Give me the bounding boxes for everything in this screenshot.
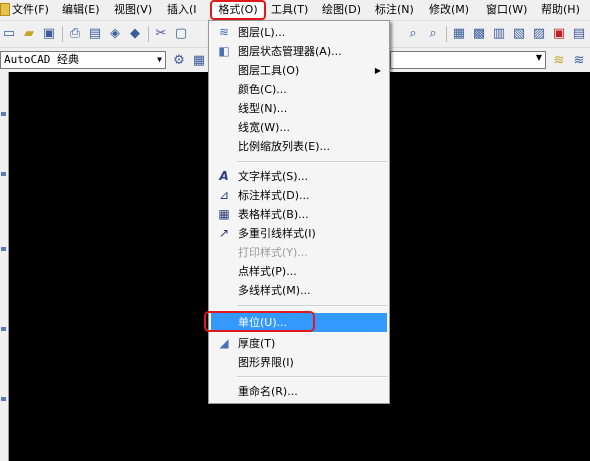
menu-item-label: 标注样式(D)... (238, 189, 310, 202)
tool-palettes-icon[interactable]: ▥ (490, 25, 508, 43)
layer-state-icon: ◧ (218, 44, 230, 58)
menu-item-label: 颜色(C)... (238, 83, 287, 96)
chevron-down-icon: ▼ (535, 53, 542, 62)
menu-item-rename[interactable]: 重命名(R)... (211, 382, 387, 401)
calculator-icon[interactable]: ▤ (570, 25, 588, 43)
layer-states-icon[interactable]: ≋ (570, 52, 588, 70)
menu-item-label: 重命名(R)... (238, 385, 298, 398)
menu-file[interactable]: 文件(F) (12, 2, 49, 18)
menu-item-label: 文字样式(S)... (238, 170, 309, 183)
workspace-select[interactable]: AutoCAD 经典 ▼ (0, 51, 166, 69)
menu-item-multiline-style[interactable]: 多线样式(M)... (211, 281, 387, 300)
format-menu-dropdown: ≋ 图层(L)... ◧ 图层状态管理器(A)... 图层工具(O) ▶ 颜色(… (208, 20, 390, 404)
menu-item-table-style[interactable]: ▦ 表格样式(B)... (211, 205, 387, 224)
menu-item-drawing-limits[interactable]: 图形界限(I) (211, 353, 387, 372)
copy-icon[interactable]: ▢ (172, 25, 190, 43)
menu-item-label: 比例缩放列表(E)... (238, 140, 331, 153)
publish-icon[interactable]: ◈ (106, 25, 124, 43)
menu-item-layer-tools[interactable]: 图层工具(O) ▶ (211, 61, 387, 80)
menu-item-label: 图形界限(I) (238, 356, 294, 369)
design-center-icon[interactable]: ▩ (470, 25, 488, 43)
dim-style-icon: ⊿ (218, 188, 230, 202)
menu-item-label: 点样式(P)... (238, 265, 297, 278)
mleader-style-icon: ↗ (218, 226, 230, 240)
menu-view[interactable]: 视图(V) (114, 2, 152, 18)
table-style-icon: ▦ (218, 207, 230, 221)
layers-icon: ≋ (218, 25, 230, 39)
layer-previous-icon[interactable]: ≋ (550, 52, 568, 70)
save-icon[interactable]: ▣ (40, 25, 58, 43)
menu-draw[interactable]: 绘图(D) (322, 2, 361, 18)
zoom-window-icon[interactable]: ⌕ (424, 25, 442, 43)
menu-tools[interactable]: 工具(T) (271, 2, 308, 18)
menu-insert[interactable]: 插入(I (167, 2, 197, 18)
menu-item-point-style[interactable]: 点样式(P)... (211, 262, 387, 281)
workspace-settings-icon[interactable]: ⚙ (170, 52, 188, 70)
toolbar-separator (148, 26, 149, 42)
menu-item-mleader-style[interactable]: ↗ 多重引线样式(I) (211, 224, 387, 243)
text-style-icon: A (219, 169, 229, 183)
open-icon[interactable]: ▰ (20, 25, 38, 43)
zoom-realtime-icon[interactable]: ⌕ (404, 25, 422, 43)
menu-item-label: 表格样式(B)... (238, 208, 309, 221)
menu-help[interactable]: 帮助(H) (541, 2, 580, 18)
tool-marker[interactable] (1, 247, 6, 251)
menu-item-dim-style[interactable]: ⊿ 标注样式(D)... (211, 186, 387, 205)
menu-item-label: 打印样式(Y)... (238, 246, 308, 259)
thickness-icon: ◢ (219, 336, 229, 350)
plot-preview-icon[interactable]: ▤ (86, 25, 104, 43)
menu-dimension[interactable]: 标注(N) (375, 2, 414, 18)
tool-marker[interactable] (1, 327, 6, 331)
menu-item-label: 多线样式(M)... (238, 284, 311, 297)
menu-separator (237, 161, 387, 163)
toolbar-separator (446, 26, 447, 42)
menu-window[interactable]: 窗口(W) (486, 2, 527, 18)
menu-item-label: 图层工具(O) (238, 64, 300, 77)
menu-item-label: 多重引线样式(I) (238, 227, 316, 240)
markup-icon[interactable]: ▨ (530, 25, 548, 43)
cut-icon[interactable]: ✂ (152, 25, 170, 43)
menu-item-layer-state-manager[interactable]: ◧ 图层状态管理器(A)... (211, 42, 387, 61)
toolbar-separator (62, 26, 63, 42)
tool-marker[interactable] (1, 112, 6, 116)
chevron-down-icon: ▼ (157, 55, 162, 64)
menu-item-label: 线型(N)... (238, 102, 288, 115)
menu-edit[interactable]: 编辑(E) (62, 2, 100, 18)
menu-item-label: 图层状态管理器(A)... (238, 45, 342, 58)
menu-item-plot-style: 打印样式(Y)... (211, 243, 387, 262)
layer-icon[interactable]: ▦ (190, 52, 208, 70)
menu-item-layer[interactable]: ≋ 图层(L)... (211, 23, 387, 42)
menu-item-text-style[interactable]: A 文字样式(S)... (211, 167, 387, 186)
menu-item-linetype[interactable]: 线型(N)... (211, 99, 387, 118)
left-toolbar-strip (0, 72, 9, 461)
sheet-set-icon[interactable]: ▧ (510, 25, 528, 43)
menu-item-scale-list[interactable]: 比例缩放列表(E)... (211, 137, 387, 156)
menu-separator (237, 305, 387, 307)
layer-select[interactable]: ▼ (390, 51, 546, 69)
menu-format[interactable]: 格式(O) (210, 0, 266, 20)
menu-item-thickness[interactable]: ◢ 厚度(T) (211, 334, 387, 353)
properties-icon[interactable]: ▦ (450, 25, 468, 43)
menu-item-color[interactable]: 颜色(C)... (211, 80, 387, 99)
annotation-highlight-box (204, 311, 315, 332)
quickcalc-icon[interactable]: ▣ (550, 25, 568, 43)
new-icon[interactable]: ▭ (0, 25, 18, 43)
menu-modify[interactable]: 修改(M) (429, 2, 469, 18)
3d-publish-icon[interactable]: ◆ (126, 25, 144, 43)
menu-separator (237, 376, 387, 378)
menu-item-lineweight[interactable]: 线宽(W)... (211, 118, 387, 137)
menubar: 文件(F) 编辑(E) 视图(V) 插入(I 格式(O) 工具(T) 绘图(D)… (0, 0, 590, 21)
menu-item-label: 厚度(T) (238, 337, 276, 350)
tool-marker[interactable] (1, 397, 6, 401)
tool-marker[interactable] (1, 172, 6, 176)
menu-item-label: 线宽(W)... (238, 121, 290, 134)
submenu-arrow-icon: ▶ (374, 66, 381, 75)
app-icon (0, 3, 10, 16)
menu-format-label: 格式(O) (218, 3, 258, 16)
workspace-value: AutoCAD 经典 (4, 53, 79, 66)
menu-item-label: 图层(L)... (238, 26, 286, 39)
print-icon[interactable]: ⎙ (66, 25, 84, 43)
